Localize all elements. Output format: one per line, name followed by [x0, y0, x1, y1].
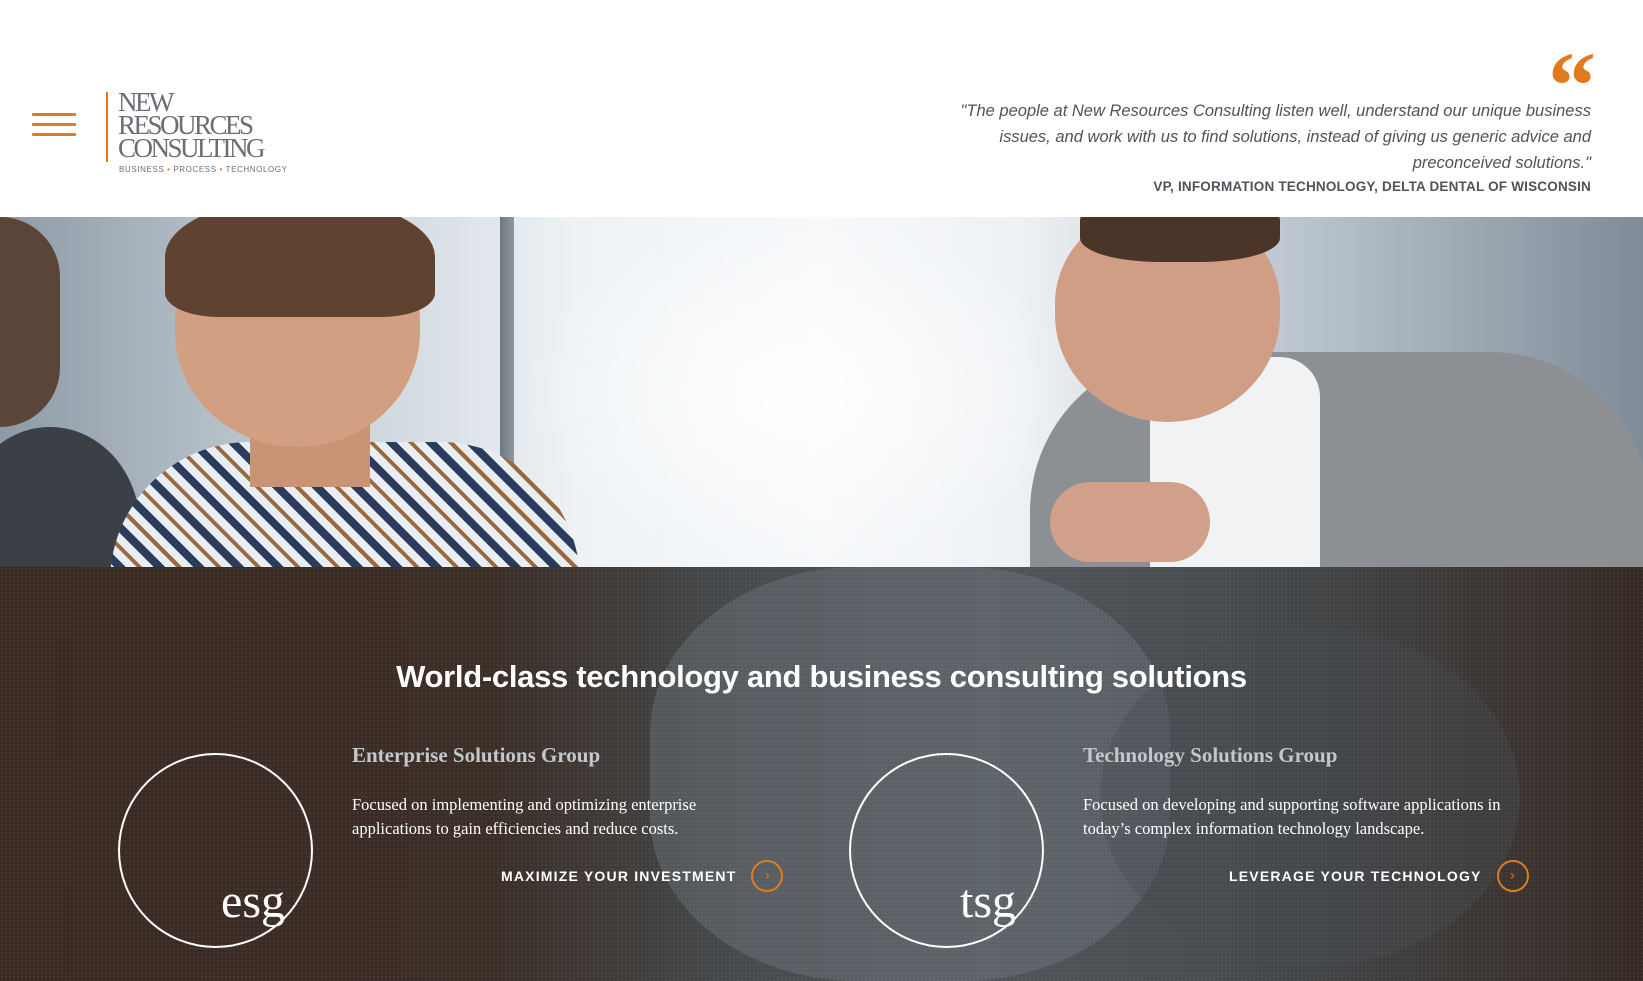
maximize-investment-label: MAXIMIZE YOUR INVESTMENT: [501, 868, 737, 884]
leverage-technology-link[interactable]: LEVERAGE YOUR TECHNOLOGY ›: [1229, 860, 1529, 892]
esg-title: Enterprise Solutions Group: [352, 743, 601, 767]
quote-mark-icon: “: [1548, 32, 1596, 139]
tsg-description: Focused on developing and supporting sof…: [1083, 795, 1501, 838]
maximize-investment-link[interactable]: MAXIMIZE YOUR INVESTMENT ›: [501, 860, 784, 892]
company-logo[interactable]: NEW RESOURCES CONSULTING BUSINESS • PROC…: [106, 89, 288, 176]
group-technology-solutions: tsg Technology Solutions Group Focused o…: [849, 743, 1549, 973]
esg-badge-label: esg: [221, 875, 285, 928]
tsg-badge-label: tsg: [959, 875, 1016, 928]
hero-man-speaking-hair: [1080, 217, 1280, 262]
esg-description: Focused on implementing and optimizing e…: [352, 795, 697, 838]
services-heading: World-class technology and business cons…: [396, 659, 1247, 694]
menu-icon[interactable]: [32, 113, 76, 137]
services-section: World-class technology and business cons…: [0, 567, 1643, 981]
testimonial-quote: "The people at New Resources Consulting …: [960, 102, 1591, 172]
group-enterprise-solutions: esg Enterprise Solutions Group Focused o…: [118, 743, 818, 973]
testimonial-author: VP, INFORMATION TECHNOLOGY, DELTA DENTAL…: [1153, 179, 1591, 194]
hero-window-glow: [520, 217, 1080, 567]
logo-tag-separator: •: [219, 165, 223, 174]
logo-tag-technology: TECHNOLOGY: [225, 165, 288, 174]
chevron-right-icon[interactable]: ›: [1496, 860, 1529, 892]
logo-tag-separator: •: [167, 165, 171, 174]
hero-person-left: [0, 217, 60, 427]
esg-circle-badge: esg: [118, 753, 313, 948]
chevron-right-icon[interactable]: ›: [751, 860, 784, 892]
logo-tagline: BUSINESS • PROCESS • TECHNOLOGY: [119, 165, 288, 174]
site-header: NEW RESOURCES CONSULTING BUSINESS • PROC…: [0, 0, 1643, 217]
hero-man-hair: [165, 217, 435, 317]
logo-accent-bar: [106, 92, 108, 162]
hero-photo: [0, 217, 1643, 567]
menu-icon-bar-middle: [32, 123, 76, 126]
logo-tag-business: BUSINESS: [119, 165, 165, 174]
logo-word-consulting: CONSULTING: [118, 133, 266, 163]
leverage-technology-label: LEVERAGE YOUR TECHNOLOGY: [1229, 868, 1482, 884]
hero-man-hand: [1050, 482, 1210, 562]
menu-icon-bar-bottom: [32, 133, 76, 136]
logo-tag-process: PROCESS: [173, 165, 217, 174]
tsg-circle-badge: tsg: [849, 753, 1044, 948]
tsg-title: Technology Solutions Group: [1083, 743, 1338, 767]
menu-icon-bar-top: [32, 113, 76, 116]
